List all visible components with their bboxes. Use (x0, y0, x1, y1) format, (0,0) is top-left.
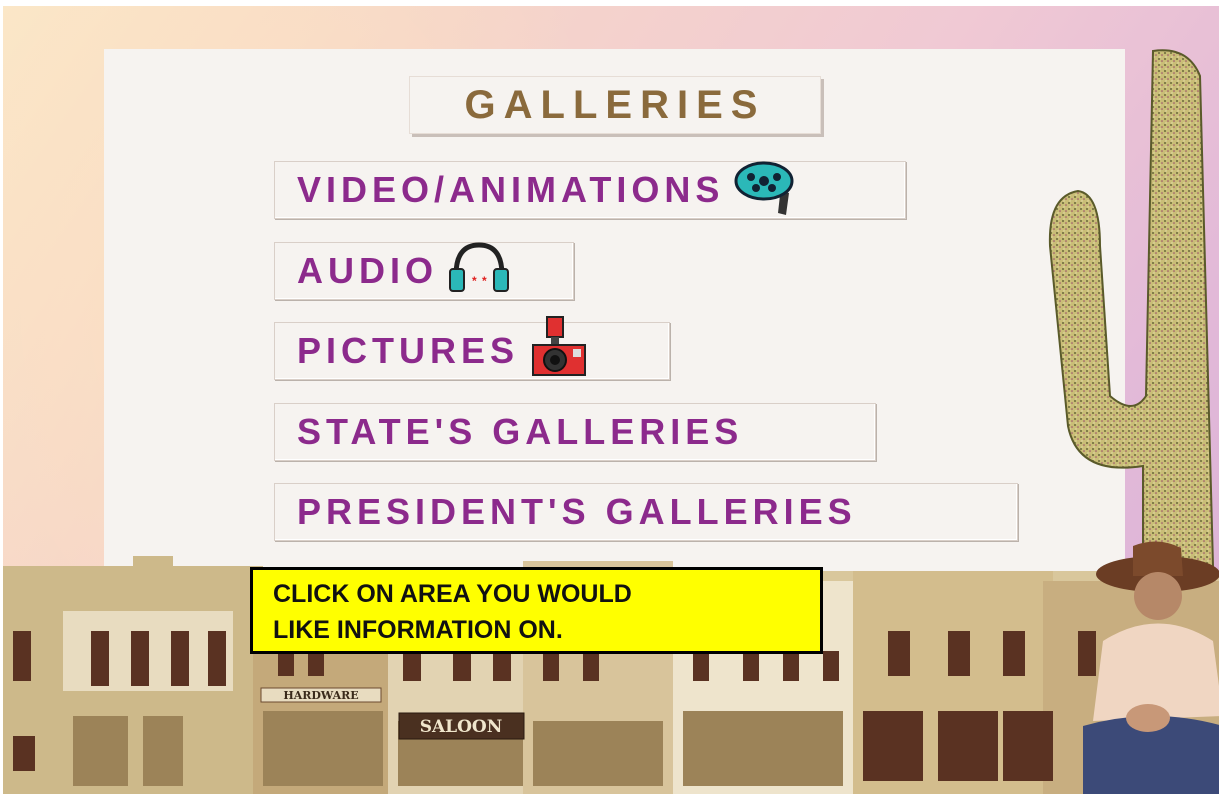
page-title: GALLERIES (409, 76, 821, 134)
audio-button[interactable]: AUDIO * * (274, 241, 574, 302)
presidents-galleries-label: PRESIDENT'S GALLERIES (297, 491, 857, 532)
cactus-image (1048, 49, 1215, 567)
states-galleries-label: STATE'S GALLERIES (297, 411, 744, 452)
headphones-icon: * * (448, 241, 510, 302)
svg-text:*: * (482, 274, 492, 288)
states-galleries-button[interactable]: STATE'S GALLERIES (274, 403, 876, 461)
pictures-label: PICTURES (297, 330, 520, 371)
saloon-sign: SALOON (420, 717, 503, 737)
tooltip-line-1: CLICK ON AREA YOU WOULD (273, 580, 632, 608)
background-scene: HARDWARE SALOON GALLERIES VIDEO/ANIMATIO… (3, 6, 1219, 794)
camera-icon (529, 315, 589, 388)
cowboy-image (1083, 541, 1219, 794)
presidents-galleries-button[interactable]: PRESIDENT'S GALLERIES (274, 483, 1018, 541)
video-animations-label: VIDEO/ANIMATIONS (297, 169, 725, 210)
instruction-tooltip: CLICK ON AREA YOU WOULD LIKE INFORMATION… (250, 567, 823, 654)
audio-label: AUDIO (297, 250, 438, 291)
hardware-sign: HARDWARE (283, 689, 358, 702)
film-reel-icon (734, 153, 800, 228)
video-animations-button[interactable]: VIDEO/ANIMATIONS (274, 161, 906, 219)
tooltip-line-2: LIKE INFORMATION ON. (273, 616, 563, 644)
svg-text:*: * (472, 274, 482, 288)
pictures-button[interactable]: PICTURES (274, 315, 670, 380)
